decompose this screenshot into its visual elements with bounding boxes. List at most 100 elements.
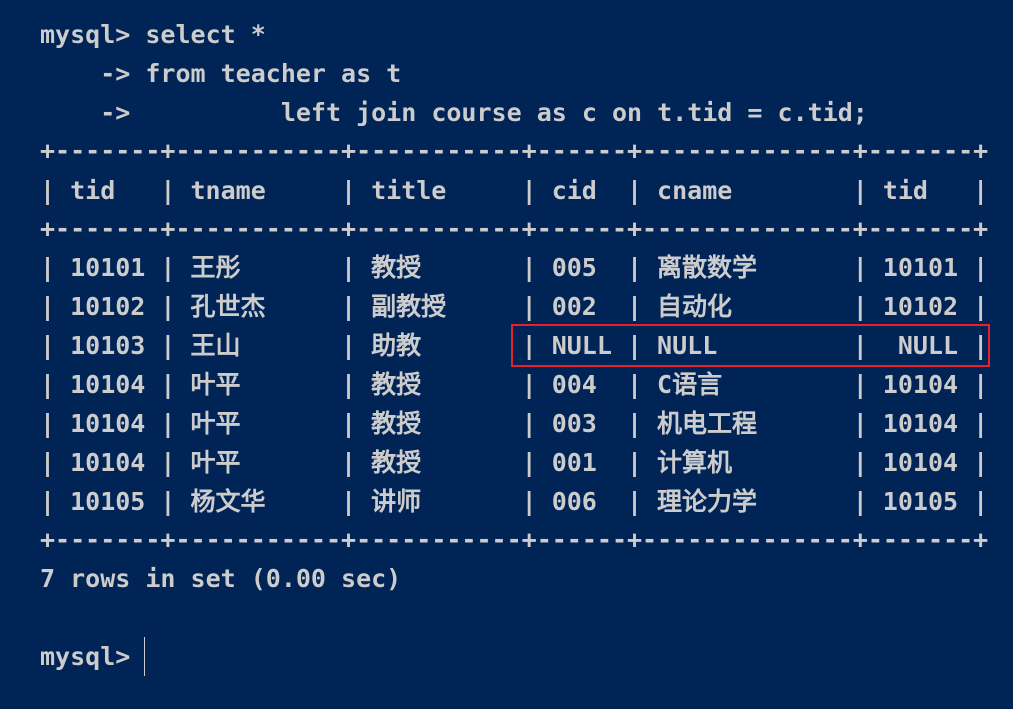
- column-divider: |: [521, 331, 537, 361]
- column-divider: |: [160, 409, 176, 438]
- row-cell-tid: 10101: [882, 253, 959, 283]
- column-divider: |: [973, 175, 989, 205]
- query-line-2: -> from teacher as t: [40, 59, 402, 88]
- column-divider: |: [160, 331, 176, 361]
- column-divider: |: [521, 175, 537, 205]
- row-cell-cid: 005: [551, 253, 597, 283]
- row-cell-title: 副教授: [371, 292, 447, 322]
- column-divider: |: [521, 370, 537, 400]
- row-cell-cid: 001: [551, 447, 597, 477]
- column-divider: |: [341, 447, 357, 477]
- column-divider: |: [160, 447, 176, 477]
- row-cell-title: 教授: [371, 409, 422, 438]
- column-divider: |: [160, 175, 176, 205]
- column-divider: |: [341, 292, 357, 322]
- column-divider: |: [40, 370, 56, 400]
- column-divider: |: [626, 447, 642, 477]
- row-cell-cid: 003: [551, 409, 597, 438]
- row-cell-title: 讲师: [371, 486, 422, 516]
- row-cell-tid: 10104: [70, 409, 146, 438]
- row-cell-tid: 10104: [882, 447, 959, 477]
- row-cell-cname: 自动化: [657, 292, 733, 322]
- header-cell-cname: cname: [657, 175, 733, 205]
- column-divider: |: [40, 175, 56, 205]
- text-cursor[interactable]: [144, 637, 145, 676]
- row-cell-tname: 孔世杰: [190, 292, 266, 322]
- row-cell-cid: 004: [551, 370, 597, 400]
- row-cell-tname: 王山: [190, 331, 241, 361]
- column-divider: |: [626, 409, 642, 438]
- column-divider: |: [973, 253, 989, 283]
- row-cell-tid: 10104: [70, 370, 146, 400]
- column-divider: |: [521, 409, 537, 438]
- query-line-3: -> left join course as c on t.tid = c.ti…: [40, 98, 868, 127]
- column-divider: |: [160, 253, 176, 283]
- column-divider: |: [40, 292, 56, 322]
- row-cell-title: 教授: [371, 253, 422, 283]
- header-cell-tid: tid: [882, 175, 928, 205]
- row-cell-tid: 10102: [882, 292, 959, 322]
- row-cell-cid: 002: [551, 292, 597, 322]
- header-cell-tid: tid: [70, 175, 116, 205]
- row-cell-tid: 10103: [70, 331, 146, 361]
- row-cell-cname: 计算机: [657, 447, 733, 477]
- row-cell-cid: 006: [551, 486, 597, 516]
- row-cell-title: 教授: [371, 370, 422, 400]
- column-divider: |: [973, 331, 989, 361]
- row-cell-cname: 理论力学: [657, 486, 758, 516]
- table-separator-header: +-------+-----------+-----------+------+…: [40, 214, 989, 243]
- row-cell-cname: 机电工程: [657, 409, 758, 438]
- column-divider: |: [852, 292, 868, 322]
- header-cell-tname: tname: [190, 175, 266, 205]
- row-cell-title: 教授: [371, 447, 422, 477]
- table-separator-top: +-------+-----------+-----------+------+…: [40, 136, 989, 165]
- row-cell-cname: 离散数学: [657, 253, 758, 283]
- column-divider: |: [40, 486, 56, 516]
- row-cell-tname: 叶平: [190, 409, 241, 438]
- column-divider: |: [852, 409, 868, 438]
- column-divider: |: [973, 409, 989, 438]
- column-divider: |: [40, 253, 56, 283]
- column-divider: |: [341, 175, 357, 205]
- row-cell-title: 助教: [371, 331, 422, 361]
- row-cell-cname: C语言: [657, 370, 723, 400]
- column-divider: |: [626, 175, 642, 205]
- row-cell-tid: 10104: [882, 409, 959, 438]
- column-divider: |: [341, 409, 357, 438]
- header-cell-title: title: [371, 175, 447, 205]
- column-divider: |: [40, 447, 56, 477]
- row-cell-tname: 王彤: [190, 253, 241, 283]
- column-divider: |: [521, 253, 537, 283]
- column-divider: |: [973, 370, 989, 400]
- column-divider: |: [341, 486, 357, 516]
- row-cell-tid: 10101: [70, 253, 146, 283]
- query-line-1: mysql> select *: [40, 20, 266, 49]
- row-cell-tname: 杨文华: [190, 486, 266, 516]
- column-divider: |: [40, 409, 56, 438]
- column-divider: |: [160, 292, 176, 322]
- column-divider: |: [626, 486, 642, 516]
- row-cell-tid: 10104: [70, 447, 146, 477]
- column-divider: |: [521, 447, 537, 477]
- column-divider: |: [973, 447, 989, 477]
- column-divider: |: [160, 370, 176, 400]
- column-divider: |: [341, 370, 357, 400]
- row-cell-tid: 10104: [882, 370, 959, 400]
- header-cell-cid: cid: [551, 175, 597, 205]
- column-divider: |: [626, 253, 642, 283]
- column-divider: |: [626, 331, 642, 361]
- column-divider: |: [852, 370, 868, 400]
- column-divider: |: [852, 447, 868, 477]
- column-divider: |: [521, 292, 537, 322]
- result-summary: 7 rows in set (0.00 sec): [40, 564, 402, 593]
- column-divider: |: [973, 486, 989, 516]
- column-divider: |: [973, 292, 989, 322]
- column-divider: |: [160, 486, 176, 516]
- column-divider: |: [521, 486, 537, 516]
- row-cell-tid: 10105: [882, 486, 959, 516]
- column-divider: |: [852, 175, 868, 205]
- column-divider: |: [852, 331, 868, 361]
- column-divider: |: [626, 370, 642, 400]
- column-divider: |: [852, 486, 868, 516]
- column-divider: |: [40, 331, 56, 361]
